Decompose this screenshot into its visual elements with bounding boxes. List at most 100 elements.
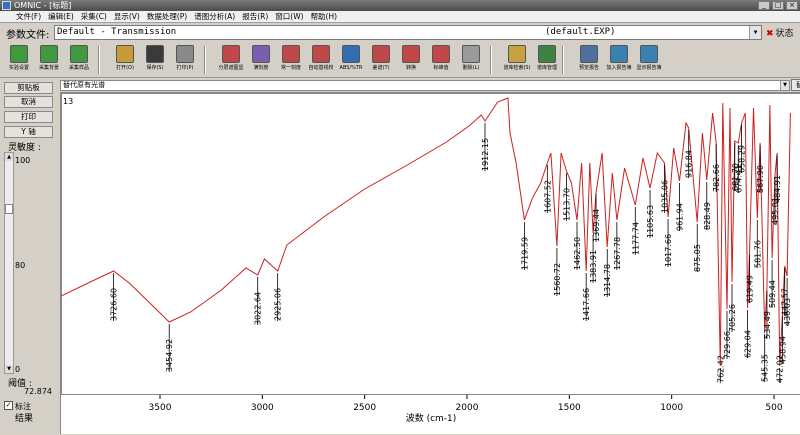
toolbar-button-1[interactable]: 采集背景 — [34, 45, 64, 77]
peak-label: 1369.44 — [592, 209, 601, 242]
clipboard-button[interactable]: 剪贴板 — [4, 82, 53, 94]
peak-label: 1267.78 — [613, 237, 622, 270]
peak-label: 3022.64 — [254, 292, 263, 325]
window-titlebar: OMNIC - [标题] _ □ × — [0, 0, 800, 11]
toolbar-button-9[interactable]: 自动基线校 — [306, 45, 336, 77]
toolbar-button-3[interactable]: 打开(O) — [110, 45, 140, 77]
menu-edit[interactable]: 编辑(E) — [48, 11, 74, 22]
sensitivity-slider[interactable]: ▲ ▼ — [4, 152, 14, 374]
toolbar-separator — [490, 46, 492, 74]
minimize-button[interactable]: _ — [758, 1, 770, 10]
toolbar-button-18[interactable]: 加入报告簿 — [604, 45, 634, 77]
menu-window[interactable]: 窗口(W) — [275, 11, 303, 22]
menu-file[interactable]: 文件(F) — [16, 11, 41, 22]
toolbar-button-10[interactable]: ABS/%TR — [336, 45, 366, 77]
menu-view[interactable]: 显示(V) — [114, 11, 140, 22]
toolbar-button-12[interactable]: 转换 — [396, 45, 426, 77]
peak-label: 658.29 — [738, 145, 747, 173]
toolbar-button-14[interactable]: 删除(L) — [456, 45, 486, 77]
parameter-value: Default - Transmission — [57, 27, 176, 37]
toolbar-label: 保存(S) — [146, 65, 163, 71]
toolbar-label: 谱库检索(S) — [503, 65, 530, 71]
spectrum-select[interactable]: 替代原有光谱 ▼ — [60, 80, 790, 91]
x-tick-label: 3500 — [149, 403, 172, 413]
peak-label: 1912.15 — [481, 138, 490, 171]
slider-thumb[interactable] — [5, 204, 13, 214]
y-axis-button[interactable]: Y 轴 — [4, 126, 53, 138]
window-controls: _ □ × — [758, 1, 798, 10]
peak-label: 782.66 — [712, 164, 721, 192]
error-icon: ✖ — [766, 29, 774, 39]
peak-label: 3454.92 — [165, 339, 174, 372]
toolbar-label: 谱库管理 — [537, 65, 557, 71]
peak-label: 1383.91 — [589, 250, 598, 283]
toolbar-button-13[interactable]: 标峰值 — [426, 45, 456, 77]
toolbar-button-17[interactable]: 预览报告 — [574, 45, 604, 77]
menu-analyze[interactable]: 谱图分析(A) — [194, 11, 235, 22]
toolbar-icon — [222, 45, 240, 63]
parameter-select[interactable]: Default - Transmission (default.EXP) ▼ — [54, 25, 762, 40]
scroll-down-icon[interactable]: ▼ — [5, 365, 13, 373]
toolbar-separator — [204, 46, 206, 74]
results-label: 结果 — [15, 411, 33, 424]
toolbar-label: 加入报告簿 — [606, 65, 631, 71]
toolbar-button-5[interactable]: 打印(P) — [170, 45, 200, 77]
scroll-up-icon[interactable]: ▲ — [5, 153, 13, 161]
toolbar-label: 常一刻度 — [281, 65, 301, 71]
toolbar-label: 显示报告簿 — [636, 65, 661, 71]
toolbar-button-6[interactable]: 分层谱图显 — [216, 45, 246, 77]
menu-help[interactable]: 帮助(H) — [311, 11, 338, 22]
toolbar-label: 打印(P) — [177, 65, 194, 71]
toolbar-icon — [40, 45, 58, 63]
toolbar-button-0[interactable]: 实验设置 — [4, 45, 34, 77]
toolbar-label: 分层谱图显 — [218, 65, 243, 71]
peak-label: 729.66 — [723, 331, 732, 359]
peak-label: 581.76 — [753, 240, 762, 268]
menu-process[interactable]: 数据处理(P) — [147, 11, 187, 22]
threshold-value[interactable]: 72.874 — [8, 387, 52, 398]
replace-button[interactable]: 替代 — [791, 79, 800, 91]
toolbar-button-7[interactable]: 满刻度 — [246, 45, 276, 77]
toolbar-icon — [640, 45, 658, 63]
chevron-down-icon[interactable]: ▼ — [749, 26, 761, 39]
sensitivity-max: 100 — [15, 156, 30, 165]
peak-label: 458.94 — [778, 336, 787, 364]
toolbar-icon — [342, 45, 360, 63]
toolbar-icon — [580, 45, 598, 63]
toolbar-button-8[interactable]: 常一刻度 — [276, 45, 306, 77]
toolbar-label: 删除(L) — [463, 65, 480, 71]
toolbar-label: 自动基线校 — [308, 65, 333, 71]
close-button[interactable]: × — [786, 1, 798, 10]
toolbar-label: 预览报告 — [579, 65, 599, 71]
toolbar-button-11[interactable]: 差谱(T) — [366, 45, 396, 77]
peak-label: 1017.66 — [664, 234, 673, 267]
toolbar-icon — [372, 45, 390, 63]
toolbar-separator — [98, 46, 100, 74]
toolbar-button-15[interactable]: 谱库检索(S) — [502, 45, 532, 77]
toolbar-icon — [508, 45, 526, 63]
menu-report[interactable]: 报告(R) — [242, 11, 268, 22]
spectrum-line — [61, 98, 790, 366]
peak-label: 619.49 — [746, 275, 755, 303]
toolbar-separator — [562, 46, 564, 74]
print-button[interactable]: 打印 — [4, 111, 53, 123]
toolbar-button-19[interactable]: 显示报告簿 — [634, 45, 664, 77]
peak-label: 629.04 — [744, 330, 753, 358]
cancel-button[interactable]: 取消 — [4, 96, 53, 108]
peak-label: 484.91 — [773, 175, 782, 203]
app-icon — [2, 1, 11, 10]
peak-label: 1560.72 — [553, 263, 562, 296]
toolbar-button-4[interactable]: 保存(S) — [140, 45, 170, 77]
annotate-checkbox[interactable]: ✓ — [4, 401, 13, 410]
menu-collect[interactable]: 采集(C) — [81, 11, 107, 22]
maximize-button[interactable]: □ — [772, 1, 784, 10]
spectrum-chart[interactable]: 350030002500200015001000500波数 (cm-1)3726… — [61, 93, 800, 435]
x-tick-label: 1500 — [558, 403, 581, 413]
toolbar-button-2[interactable]: 采集样品 — [64, 45, 94, 77]
spectrum-plot[interactable]: 13 350030002500200015001000500波数 (cm-1)3… — [60, 92, 800, 434]
status-text: 状态 — [776, 29, 794, 39]
toolbar-icon — [610, 45, 628, 63]
toolbar-button-16[interactable]: 谱库管理 — [532, 45, 562, 77]
x-tick-label: 2000 — [456, 403, 479, 413]
chevron-down-icon[interactable]: ▼ — [780, 81, 789, 90]
